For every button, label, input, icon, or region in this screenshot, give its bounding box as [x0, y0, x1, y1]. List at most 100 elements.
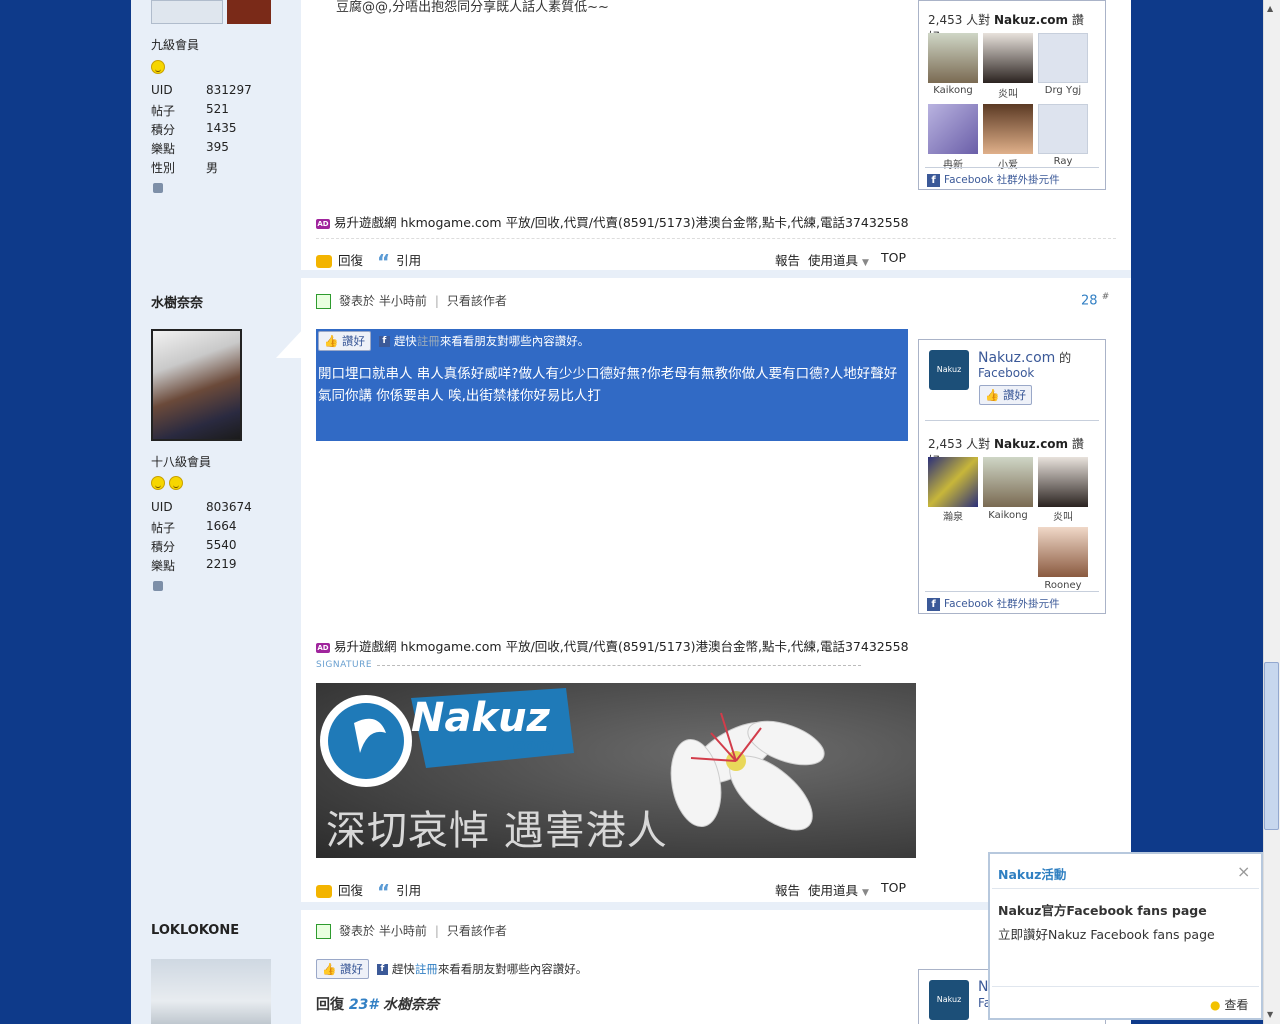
fb-face-placeholder[interactable]: [1038, 104, 1088, 154]
reply-button[interactable]: 回復: [316, 880, 363, 899]
post-status-icon: [316, 294, 331, 309]
post3-header: 發表於 半小時前 | 只看該作者: [316, 922, 507, 939]
post2-username[interactable]: 水樹奈奈: [151, 292, 203, 311]
user-stat-label: 積分: [151, 540, 176, 554]
fb-face-name[interactable]: Rooney: [1033, 580, 1093, 591]
user-stat-label: 積分: [151, 123, 176, 137]
fb-face-name[interactable]: 瀚泉: [923, 508, 983, 523]
fb-face-photo[interactable]: [1038, 527, 1088, 577]
report-link[interactable]: 報告: [775, 880, 800, 899]
fb-face-name[interactable]: 炎叫: [978, 85, 1038, 100]
smile-icon: [151, 476, 183, 493]
fb-face-photo[interactable]: [983, 104, 1033, 154]
post1-avatar[interactable]: [151, 0, 223, 24]
post3-username[interactable]: LOKLOKONE: [151, 923, 239, 938]
fb-face-photo[interactable]: [928, 104, 978, 154]
signature-banner-image: Nakuz .com 深切哀悼 遇害港人: [316, 683, 916, 858]
post2-header: 發表於 半小時前 | 只看該作者: [316, 292, 507, 309]
user-stat-value: 男: [206, 161, 219, 175]
post2-avatar[interactable]: [151, 329, 242, 441]
popup-title: Nakuz活動: [998, 867, 1067, 882]
post2-message-selected: 👍 讚好 f 趕快註冊來看看朋友對哪些內容讚好。 開口埋口就串人 串人真係好威咩?…: [316, 329, 908, 441]
report-link[interactable]: 報告: [775, 250, 800, 269]
reply-button[interactable]: 回復: [316, 250, 363, 269]
user-stat-label: 性別: [151, 161, 176, 175]
fb-plugin-footer[interactable]: f Facebook 社群外掛元件: [927, 172, 1060, 187]
fb-face-name[interactable]: Kaikong: [978, 510, 1038, 521]
scroll-up-arrow-icon[interactable]: ▲: [1267, 4, 1273, 13]
only-author-link[interactable]: 只看該作者: [447, 294, 507, 308]
fb-plugin-footer[interactable]: f Facebook 社群外掛元件: [927, 596, 1060, 611]
user-stat-label: UID: [151, 500, 173, 514]
use-tools-menu[interactable]: 使用道具 ▼: [808, 250, 869, 269]
reply-icon: [316, 255, 332, 268]
user-stat-value: 5540: [206, 538, 237, 552]
fb-face-name[interactable]: 冉新: [923, 156, 983, 171]
fb-face-name[interactable]: 炎叫: [1033, 508, 1093, 523]
scrollbar-thumb[interactable]: [1264, 662, 1279, 830]
nakuz-logo-icon[interactable]: Nakuz: [929, 980, 969, 1020]
post3-user-sidebar: LOKLOKONE: [131, 910, 301, 1024]
register-link[interactable]: 註冊: [417, 334, 440, 348]
fb-face-name[interactable]: 小爱: [978, 156, 1038, 171]
facebook-icon: f: [927, 597, 940, 611]
fb-face-photo[interactable]: [1038, 457, 1088, 507]
popup-view-button[interactable]: ● 查看: [1210, 996, 1248, 1013]
banner-caption: 深切哀悼 遇害港人: [326, 808, 668, 854]
fb-face-photo[interactable]: [928, 457, 978, 507]
quote-button[interactable]: “引用: [377, 249, 421, 274]
register-link[interactable]: 註冊: [415, 962, 438, 976]
activity-popup: Nakuz活動 × Nakuz官方Facebook fans page 立即讚好…: [988, 852, 1263, 1020]
user-stat-value: 1664: [206, 519, 237, 533]
only-author-link[interactable]: 只看該作者: [447, 924, 507, 938]
fb-page-sub: Facebook: [978, 366, 1035, 380]
reply-icon: [316, 885, 332, 898]
reply-floor-link[interactable]: 23#: [349, 997, 378, 1013]
post2-ad-line[interactable]: AD 易升遊戲網 hkmogame.com 平放/回收,代買/代賣(8591/51…: [316, 636, 909, 655]
fb-like-button[interactable]: 👍 讚好: [316, 959, 369, 979]
chevron-down-icon: ▼: [862, 258, 869, 268]
popup-close-button[interactable]: ×: [1237, 862, 1250, 881]
user-stat-label: 樂點: [151, 559, 176, 573]
lightbulb-icon: ●: [1210, 998, 1221, 1012]
ad-icon: AD: [316, 218, 330, 229]
post2-facebook-likebox: Nakuz Nakuz.com 的 Facebook 👍 讚好 2,453 人對…: [918, 339, 1106, 614]
user-stat-label: UID: [151, 83, 173, 97]
top-link[interactable]: TOP: [881, 880, 906, 895]
user-stat-value: 395: [206, 140, 229, 154]
forum-page: 九級會員 UID 831297 帖子 521 積分 1435 樂點 395 性別 男 豆腐@@,分…: [131, 0, 1131, 1024]
post2-user-sidebar: 水樹奈奈 十八級會員 UID 803674 帖子 1664 積分 5540 樂點 2219: [131, 278, 304, 910]
user-stat-label: 樂點: [151, 142, 176, 156]
page-scrollbar[interactable]: ▲ ▼: [1263, 0, 1280, 1024]
fb-face-photo[interactable]: [983, 457, 1033, 507]
fb-face-placeholder[interactable]: [1038, 33, 1088, 83]
speech-pointer: [276, 328, 304, 358]
post2-message-text: 開口埋口就串人 串人真係好威咩?做人有少少口德好無?你老母有無教你做人要有口德?…: [318, 366, 898, 404]
facebook-icon: f: [378, 336, 390, 347]
quote-icon: “: [377, 249, 391, 274]
top-link[interactable]: TOP: [881, 250, 906, 265]
facebook-icon: f: [376, 964, 388, 975]
scroll-down-arrow-icon[interactable]: ▼: [1267, 1010, 1273, 1019]
fb-like-row: 👍 讚好 f 趕快註冊來看看朋友對哪些內容讚好。: [318, 331, 589, 351]
post-status-icon: [316, 924, 331, 939]
fb-face-photo[interactable]: [928, 33, 978, 83]
signature-label: SIGNATURE: [316, 660, 373, 670]
fb-page-name[interactable]: N: [978, 979, 988, 995]
nakuz-logo-icon[interactable]: Nakuz: [929, 350, 969, 390]
quote-button[interactable]: “引用: [377, 880, 421, 902]
post1-ad-line[interactable]: AD 易升遊戲網 hkmogame.com 平放/回收,代買/代賣(8591/51…: [316, 212, 909, 231]
fb-face-photo[interactable]: [983, 33, 1033, 83]
fb-page-like-button[interactable]: 👍 讚好: [979, 385, 1032, 405]
send-message-icon[interactable]: [153, 581, 163, 591]
send-message-icon[interactable]: [153, 183, 163, 193]
fb-like-button[interactable]: 👍 讚好: [318, 331, 371, 351]
post2-floor-number[interactable]: 28 #: [1081, 292, 1109, 308]
post3-avatar[interactable]: [151, 959, 271, 1024]
fb-face-name[interactable]: Kaikong: [923, 85, 983, 96]
fb-face-name[interactable]: Ray: [1033, 156, 1093, 167]
fb-page-name[interactable]: Nakuz.com 的: [978, 349, 1071, 366]
fb-face-name[interactable]: Drg Ygj: [1033, 85, 1093, 96]
popup-body: 立即讚好Nakuz Facebook fans page: [998, 927, 1215, 942]
use-tools-menu[interactable]: 使用道具 ▼: [808, 880, 869, 899]
